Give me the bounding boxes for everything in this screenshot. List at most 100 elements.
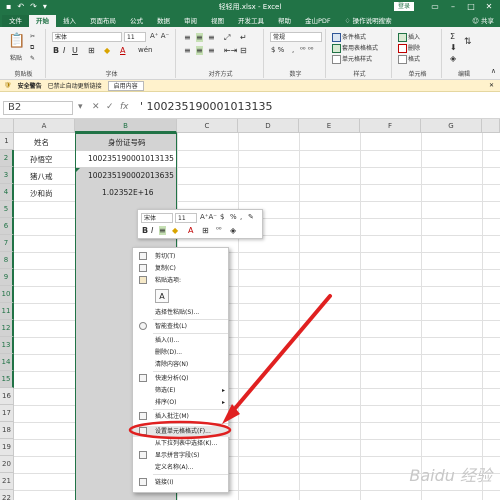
maximize-icon[interactable]: □	[462, 0, 480, 13]
column-header-b[interactable]: B	[75, 119, 177, 133]
tab-insert[interactable]: 插入	[56, 15, 83, 27]
cell-a4[interactable]: 沙和尚	[30, 188, 53, 199]
paste-option-icon[interactable]: A	[155, 289, 169, 303]
paste-icon[interactable]: 📋	[8, 33, 25, 49]
cell-a3[interactable]: 猪八戒	[30, 171, 53, 182]
menu-item-insert-comment[interactable]: 插入批注(M)	[133, 411, 230, 422]
name-box-dropdown-icon[interactable]: ▾	[78, 102, 83, 112]
row-header[interactable]: 21	[0, 473, 14, 490]
column-header-e[interactable]: E	[299, 119, 360, 133]
grow-font-icon[interactable]: A⁺ A⁻	[150, 32, 169, 40]
ribbon-options-icon[interactable]: ▭	[426, 0, 444, 13]
row-header[interactable]: 19	[0, 439, 14, 456]
row-header[interactable]: 7	[0, 235, 14, 252]
mini-font-color-icon[interactable]: A	[188, 226, 193, 235]
row-header[interactable]: 16	[0, 388, 14, 405]
fill-icon[interactable]: ⬇	[450, 43, 457, 52]
autosum-icon[interactable]: Σ	[450, 32, 455, 41]
copy-icon[interactable]: ⧉	[30, 44, 34, 52]
cell-a1-header[interactable]: 姓名	[34, 137, 49, 148]
clear-icon[interactable]: ◈	[450, 54, 456, 63]
collapse-ribbon-icon[interactable]: ∧	[491, 67, 496, 75]
tab-developer[interactable]: 开发工具	[231, 15, 271, 27]
close-icon[interactable]: ✕	[480, 0, 498, 13]
mini-font-size-select[interactable]: 11	[175, 213, 197, 223]
tab-file[interactable]: 文件	[2, 15, 29, 27]
menu-item-smart-lookup[interactable]: 智能查找(L)	[133, 321, 230, 332]
tab-review[interactable]: 审阅	[177, 15, 204, 27]
tab-data[interactable]: 数据	[150, 15, 177, 27]
font-size-select[interactable]: 11	[124, 32, 146, 42]
wrap-text-icon[interactable]: ↵	[240, 33, 247, 42]
mini-percent-icon[interactable]: %	[230, 213, 237, 221]
menu-item-clear-contents[interactable]: 清除内容(N)	[133, 359, 230, 370]
column-header-c[interactable]: C	[177, 119, 238, 133]
indent-icon[interactable]: ⇤⇥	[224, 46, 237, 55]
column-header-h[interactable]	[482, 119, 500, 133]
minimize-icon[interactable]: –	[444, 0, 462, 13]
menu-item-format-cells[interactable]: 设置单元格格式(F)...	[133, 426, 230, 437]
cell-b4[interactable]: 1.02352E+16	[102, 188, 154, 197]
align-center-icon[interactable]: ≡	[196, 46, 203, 55]
mini-font-name-select[interactable]: 宋体	[141, 213, 173, 223]
mini-italic-icon[interactable]: I	[151, 226, 153, 235]
close-warning-icon[interactable]: ✕	[489, 82, 494, 89]
tab-formulas[interactable]: 公式	[123, 15, 150, 27]
column-header-a[interactable]: A	[14, 119, 75, 133]
login-button[interactable]: 登录	[393, 2, 414, 11]
decimal-icon[interactable]: ⁰⁰ ⁰⁰	[300, 46, 313, 54]
tab-view[interactable]: 视图	[204, 15, 231, 27]
orientation-icon[interactable]: ⤢	[224, 33, 230, 43]
tab-help[interactable]: 帮助	[271, 15, 298, 27]
row-header[interactable]: 20	[0, 456, 14, 473]
mini-format-painter-icon[interactable]: ✎	[248, 213, 254, 221]
menu-item-define-name[interactable]: 定义名称(A)...	[133, 462, 230, 473]
bold-icon[interactable]: B	[53, 46, 59, 55]
cancel-icon[interactable]: ✕	[92, 102, 100, 112]
paste-button[interactable]: 粘贴	[10, 53, 22, 62]
fill-color-icon[interactable]: ◆	[104, 46, 110, 55]
cell-b2[interactable]: 100235190001013135	[88, 154, 174, 163]
table-format-button[interactable]: 套用表格格式	[332, 43, 378, 53]
mini-border-icon[interactable]: ⊞	[202, 226, 209, 235]
row-header[interactable]: 17	[0, 405, 14, 422]
phonetic-icon[interactable]: wén	[138, 46, 152, 54]
tell-me-search[interactable]: ♢ 操作说明搜索	[338, 15, 399, 27]
enter-icon[interactable]: ✓	[106, 102, 114, 112]
mini-grow-font-icon[interactable]: A⁺A⁻	[200, 213, 217, 221]
row-header[interactable]: 13	[0, 337, 14, 354]
mini-comma-icon[interactable]: ,	[240, 213, 242, 221]
align-middle-icon[interactable]: ≡	[196, 33, 203, 42]
mini-clear-icon[interactable]: ◈	[230, 226, 236, 235]
column-header-d[interactable]: D	[238, 119, 299, 133]
cell-b3[interactable]: 100235190002013635	[88, 171, 174, 180]
currency-icon[interactable]: $ %	[271, 46, 284, 54]
mini-fill-color-icon[interactable]: ◆	[172, 226, 178, 235]
comma-style-icon[interactable]: ,	[292, 46, 294, 54]
align-left-icon[interactable]: ≡	[184, 46, 191, 55]
italic-icon[interactable]: I	[63, 46, 65, 55]
menu-item-link[interactable]: 链接(I)	[133, 477, 230, 488]
row-header[interactable]: 22	[0, 490, 14, 500]
menu-item-paste-special[interactable]: 选择性粘贴(S)...	[133, 307, 230, 318]
align-bottom-icon[interactable]: ≡	[208, 33, 215, 42]
row-header[interactable]: 5	[0, 201, 14, 218]
select-all-corner[interactable]	[0, 119, 14, 133]
row-header[interactable]: 6	[0, 218, 14, 235]
insert-function-icon[interactable]: fx	[120, 102, 129, 112]
row-header[interactable]: 9	[0, 269, 14, 286]
sort-filter-icon[interactable]: ⇅	[464, 37, 472, 47]
merge-center-icon[interactable]: ⊟	[240, 46, 247, 55]
column-header-f[interactable]: F	[360, 119, 421, 133]
insert-cells-button[interactable]: 插入	[398, 32, 420, 42]
font-color-icon[interactable]: A	[120, 46, 125, 55]
menu-item-copy[interactable]: 复制(C)	[133, 263, 230, 274]
menu-item-show-phonetic[interactable]: 显示拼音字段(S)	[133, 450, 230, 461]
undo-icon[interactable]: ↶	[17, 2, 24, 11]
row-header[interactable]: 15	[0, 371, 14, 388]
cell-b1-header[interactable]: 身份证号码	[108, 137, 146, 148]
conditional-format-button[interactable]: 条件格式	[332, 32, 366, 42]
menu-item-quick-analysis[interactable]: 快速分析(Q)	[133, 373, 230, 384]
tab-pdf[interactable]: 金山PDF	[298, 15, 338, 27]
menu-item-delete[interactable]: 删除(D)...	[133, 347, 230, 358]
